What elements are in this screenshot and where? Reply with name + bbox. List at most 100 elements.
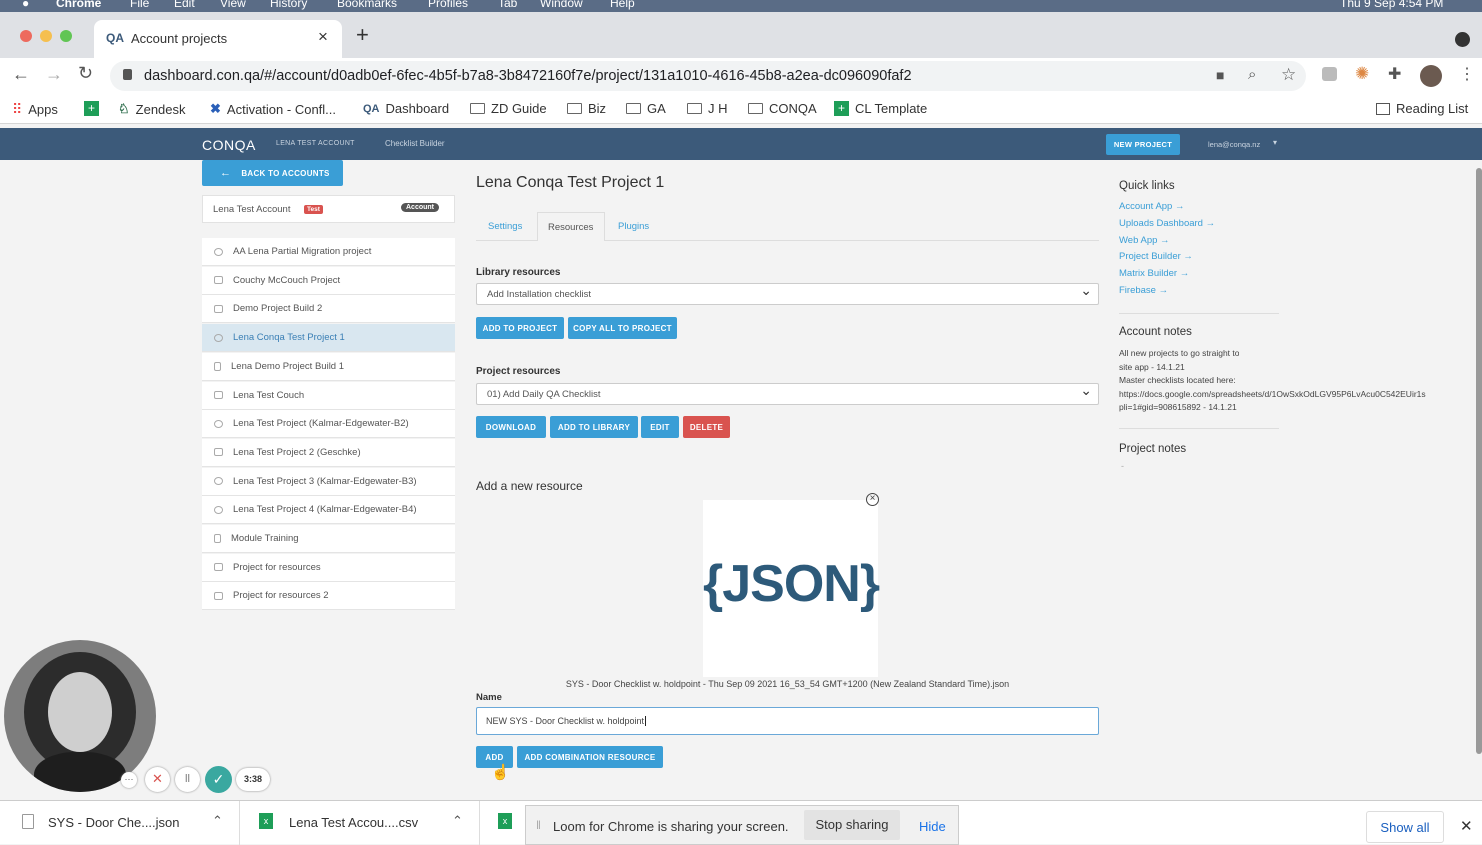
more-icon[interactable]: ⋯ xyxy=(121,772,137,788)
bookmark-apps[interactable]: ⠿ Apps xyxy=(12,101,58,118)
menu-view[interactable]: View xyxy=(220,0,246,10)
bookmark-sheet[interactable]: + xyxy=(84,101,99,116)
bookmark-activation[interactable]: ✖ Activation - Confl... xyxy=(210,101,336,117)
minimize-window-button[interactable] xyxy=(40,30,52,42)
cancel-recording-icon[interactable]: ✕ xyxy=(145,767,170,792)
scrollbar-thumb[interactable] xyxy=(1476,168,1482,754)
download-item-csv[interactable]: x Lena Test Accou....csv ⌃ xyxy=(240,801,480,845)
webcam-bubble[interactable] xyxy=(4,640,156,792)
project-list-item[interactable]: Lena Demo Project Build 1 xyxy=(202,352,455,381)
edit-button[interactable]: EDIT xyxy=(641,416,679,438)
conqa-logo[interactable]: CONQA xyxy=(202,137,256,153)
bookmark-star-icon[interactable]: ☆ xyxy=(1281,65,1296,85)
project-list-item[interactable]: Demo Project Build 2 xyxy=(202,295,455,324)
menu-bookmarks[interactable]: Bookmarks xyxy=(337,0,397,10)
new-project-button[interactable]: NEW PROJECT xyxy=(1106,134,1180,155)
chevron-up-icon[interactable]: ⌃ xyxy=(212,813,223,829)
drag-handle-icon[interactable]: ‖ xyxy=(536,818,541,832)
tab-favicon: QA xyxy=(106,31,124,45)
project-list-item[interactable]: Lena Test Project 2 (Geschke) xyxy=(202,438,455,467)
quick-link[interactable]: Account App → xyxy=(1119,201,1184,212)
header-checklist-builder-link[interactable]: Checklist Builder xyxy=(385,139,445,148)
copy-all-to-project-button[interactable]: COPY ALL TO PROJECT xyxy=(568,317,677,339)
download-item-json[interactable]: SYS - Door Che....json ⌃ xyxy=(0,801,240,845)
add-to-project-button[interactable]: ADD TO PROJECT xyxy=(476,317,564,339)
bookmark-zd-guide[interactable]: ZD Guide xyxy=(470,101,547,116)
project-list-item[interactable]: Module Training xyxy=(202,525,455,553)
quick-link[interactable]: Matrix Builder → xyxy=(1119,268,1189,279)
profile-avatar[interactable] xyxy=(1420,65,1442,87)
finish-recording-icon[interactable]: ✓ xyxy=(205,766,232,793)
user-menu[interactable]: lena@conqa.nz xyxy=(1208,140,1260,149)
project-list-item[interactable]: Lena Conqa Test Project 1 xyxy=(202,324,455,353)
close-tab-icon[interactable]: × xyxy=(318,27,328,47)
back-to-accounts-button[interactable]: ← BACK TO ACCOUNTS xyxy=(202,160,343,186)
menu-help[interactable]: Help xyxy=(610,0,635,10)
project-list-item[interactable]: Lena Test Project (Kalmar-Edgewater-B2) xyxy=(202,410,455,439)
excel-icon[interactable]: x xyxy=(498,813,512,829)
bookmark-ga[interactable]: GA xyxy=(626,101,666,116)
tab-resources[interactable]: Resources xyxy=(537,212,605,241)
menu-chrome[interactable]: Chrome xyxy=(56,0,101,10)
project-list-item[interactable]: Project for resources xyxy=(202,553,455,582)
browser-toolbar: ← → ↻ dashboard.con.qa/#/account/d0adb0e… xyxy=(0,58,1482,94)
project-list-item[interactable]: Lena Test Project 3 (Kalmar-Edgewater-B3… xyxy=(202,467,455,496)
extension-icon[interactable] xyxy=(1322,67,1337,81)
project-list-item[interactable]: Lena Test Project 4 (Kalmar-Edgewater-B4… xyxy=(202,496,455,525)
caret-down-icon[interactable]: ▾ xyxy=(1273,138,1277,147)
delete-button[interactable]: DELETE xyxy=(683,416,730,438)
show-all-downloads-button[interactable]: Show all xyxy=(1366,811,1444,843)
download-button[interactable]: DOWNLOAD xyxy=(476,416,546,438)
project-list-item[interactable]: Lena Test Couch xyxy=(202,381,455,410)
library-resources-select[interactable]: Add Installation checklist xyxy=(476,282,1099,305)
forward-icon[interactable]: → xyxy=(45,64,63,85)
bookmark-biz[interactable]: Biz xyxy=(567,101,606,116)
hide-sharing-button[interactable]: Hide xyxy=(919,819,946,834)
name-input[interactable]: NEW SYS - Door Checklist w. holdpoint xyxy=(476,707,1099,735)
reload-icon[interactable]: ↻ xyxy=(78,63,93,84)
menu-window[interactable]: Window xyxy=(540,0,583,10)
browser-tab[interactable]: QA Account projects × xyxy=(94,20,342,58)
puzzle-icon[interactable]: ✚ xyxy=(1388,64,1401,84)
reading-list[interactable]: Reading List xyxy=(1376,101,1468,116)
menu-file[interactable]: File xyxy=(130,0,149,10)
bookmark-conqa[interactable]: CONQA xyxy=(748,101,817,116)
pause-icon[interactable]: ‖ xyxy=(175,767,200,792)
quick-link[interactable]: Project Builder → xyxy=(1119,251,1193,262)
quick-link[interactable]: Web App → xyxy=(1119,235,1170,246)
back-icon[interactable]: ← xyxy=(12,64,30,85)
close-shelf-icon[interactable]: ✕ xyxy=(1460,817,1473,835)
add-to-library-button[interactable]: ADD TO LIBRARY xyxy=(550,416,638,438)
bookmark-cl-template[interactable]: + CL Template xyxy=(834,101,927,116)
menu-edit[interactable]: Edit xyxy=(174,0,195,10)
extension-icon[interactable]: ✺ xyxy=(1355,64,1369,84)
add-combination-resource-button[interactable]: ADD COMBINATION RESOURCE xyxy=(517,746,663,768)
project-list-item[interactable]: Project for resources 2 xyxy=(202,582,455,611)
maximize-window-button[interactable] xyxy=(60,30,72,42)
close-window-button[interactable] xyxy=(20,30,32,42)
quick-link[interactable]: Firebase → xyxy=(1119,285,1168,296)
project-list-item[interactable]: Couchy McCouch Project xyxy=(202,266,455,295)
bookmark-jh[interactable]: J H xyxy=(687,101,728,116)
tab-plugins[interactable]: Plugins xyxy=(618,221,649,232)
quick-link[interactable]: Uploads Dashboard → xyxy=(1119,218,1215,229)
address-bar[interactable]: dashboard.con.qa/#/account/d0adb0ef-6fec… xyxy=(110,61,1306,91)
new-tab-icon[interactable]: + xyxy=(356,22,369,48)
zoom-icon[interactable]: ⌕ xyxy=(1248,66,1256,83)
kebab-menu-icon[interactable]: ⋮ xyxy=(1459,64,1475,84)
remove-file-icon[interactable]: × xyxy=(866,493,879,506)
menu-tab[interactable]: Tab xyxy=(498,0,517,10)
stop-sharing-button[interactable]: Stop sharing xyxy=(804,810,900,840)
project-resources-select[interactable]: 01) Add Daily QA Checklist xyxy=(476,382,1099,405)
bookmark-dashboard[interactable]: QA Dashboard xyxy=(363,101,449,116)
chevron-up-icon[interactable]: ⌃ xyxy=(452,813,463,829)
tab-search-icon[interactable] xyxy=(1455,32,1470,47)
tab-settings[interactable]: Settings xyxy=(488,221,522,232)
project-list-item[interactable]: AA Lena Partial Migration project xyxy=(202,238,455,266)
apple-icon[interactable]: ● xyxy=(22,0,29,10)
menu-profiles[interactable]: Profiles xyxy=(428,0,468,10)
camera-icon[interactable]: ■ xyxy=(1216,67,1224,83)
bookmark-zendesk[interactable]: ♘ Zendesk xyxy=(118,101,186,117)
menu-history[interactable]: History xyxy=(270,0,307,10)
header-account-link[interactable]: LENA TEST ACCOUNT xyxy=(276,140,355,147)
